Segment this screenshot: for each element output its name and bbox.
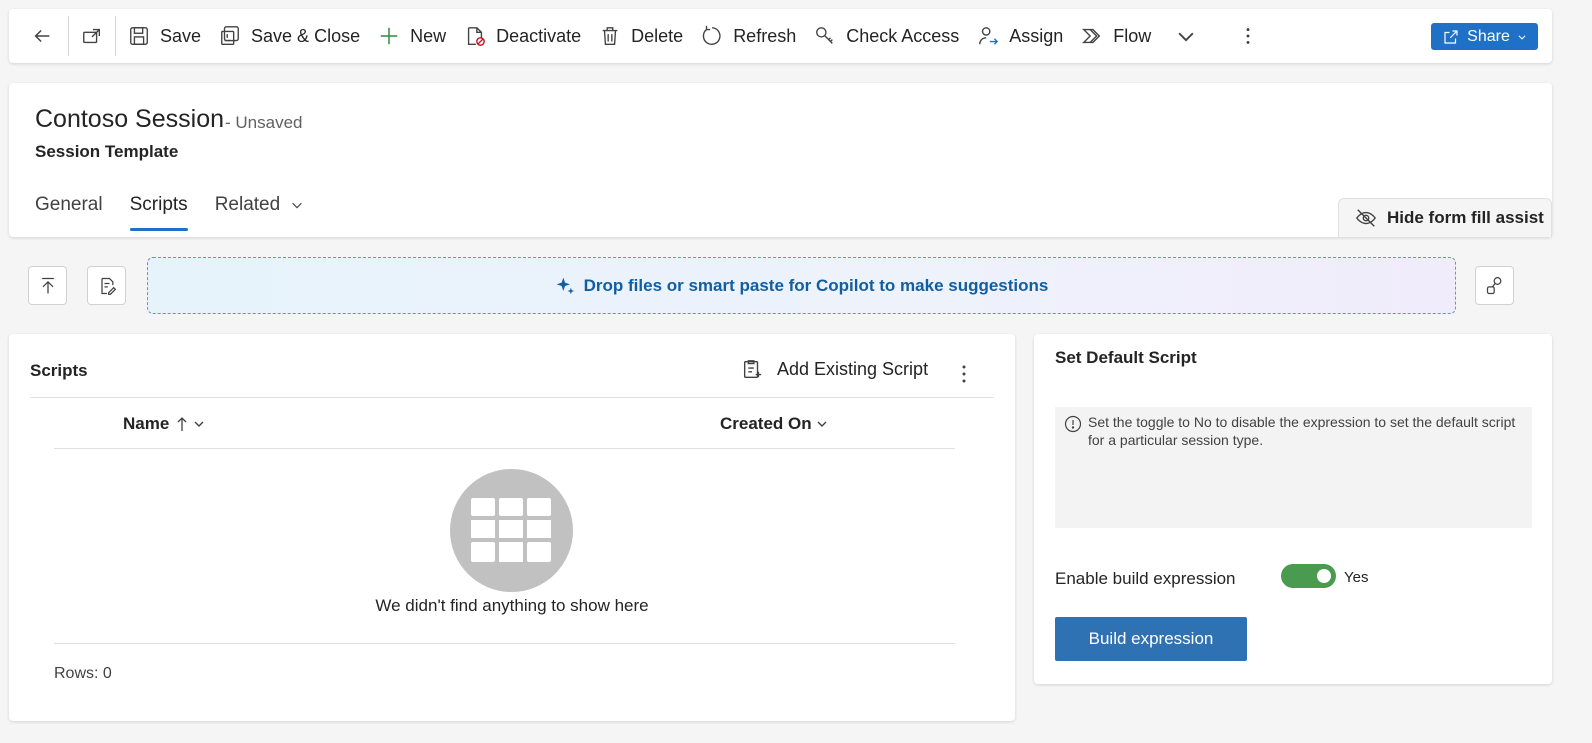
tab-related[interactable]: Related xyxy=(215,187,305,223)
empty-state-text: We didn't find anything to show here xyxy=(375,596,649,615)
default-script-section: Set Default Script Set the toggle to No … xyxy=(1034,334,1552,684)
enable-build-expression-label: Enable build expression xyxy=(1055,569,1236,588)
refresh-icon xyxy=(702,25,721,45)
separator xyxy=(115,16,116,56)
new-label: New xyxy=(410,25,447,46)
save-close-icon xyxy=(221,26,239,45)
command-bar: Save Save & Close New Deactivate Delete … xyxy=(9,9,1552,63)
tab-general[interactable]: General xyxy=(35,187,103,223)
divider xyxy=(54,643,955,644)
hide-form-fill-assist-button[interactable]: Hide form fill assist xyxy=(1338,198,1552,237)
delete-label: Delete xyxy=(631,25,684,46)
chevron-down-icon xyxy=(1178,32,1194,42)
row-count: Rows: 0 xyxy=(54,665,112,682)
info-message: Set the toggle to No to disable the expr… xyxy=(1055,407,1532,528)
empty-state-illustration xyxy=(450,469,573,592)
column-header-name[interactable]: Name xyxy=(123,414,205,434)
key-icon xyxy=(816,27,834,44)
collapse-up-button[interactable] xyxy=(28,266,67,305)
more-vertical-icon xyxy=(1246,28,1250,44)
copilot-drop-label: Drop files or smart paste for Copilot to… xyxy=(583,275,1049,295)
info-message-text: Set the toggle to No to disable the expr… xyxy=(1088,414,1516,448)
open-new-window-button[interactable] xyxy=(72,16,112,56)
chevron-down-icon xyxy=(194,421,204,427)
tab-list: General Scripts Related xyxy=(35,187,331,231)
plus-icon xyxy=(380,27,398,45)
unsaved-status: - Unsaved xyxy=(225,113,303,132)
scripts-subgrid: Scripts Add Existing Script Name Created… xyxy=(9,334,1015,721)
tab-related-label: Related xyxy=(214,194,281,215)
column-header-name-label: Name xyxy=(123,414,170,433)
deactivate-icon xyxy=(468,27,485,46)
more-vertical-icon[interactable] xyxy=(956,363,972,385)
share-button[interactable]: Share xyxy=(1431,23,1538,50)
flow-label: Flow xyxy=(1113,25,1152,46)
save-button[interactable]: Save xyxy=(119,16,210,56)
check-access-label: Check Access xyxy=(846,25,960,46)
chevron-down-icon xyxy=(1518,34,1526,40)
record-header: Contoso Session - Unsaved Session Templa… xyxy=(9,83,1552,237)
document-edit-icon xyxy=(100,277,116,295)
build-expression-button[interactable]: Build expression xyxy=(1055,617,1247,661)
separator xyxy=(68,16,69,56)
new-button[interactable]: New xyxy=(369,16,455,56)
arrow-left-icon xyxy=(34,29,50,43)
chevron-down-icon xyxy=(292,202,302,209)
check-access-button[interactable]: Check Access xyxy=(805,16,968,56)
add-existing-script-button[interactable]: Add Existing Script xyxy=(741,358,928,380)
add-existing-script-label: Add Existing Script xyxy=(777,358,929,379)
toggle-value-text: Yes xyxy=(1344,569,1369,586)
save-and-close-button[interactable]: Save & Close xyxy=(210,16,369,56)
save-and-close-label: Save & Close xyxy=(251,25,361,46)
deactivate-label: Deactivate xyxy=(496,25,582,46)
divider xyxy=(30,397,994,398)
scripts-title: Scripts xyxy=(30,361,88,380)
chevron-down-icon xyxy=(817,421,827,427)
divider xyxy=(54,448,955,449)
delete-button[interactable]: Delete xyxy=(590,16,692,56)
assign-button[interactable]: Assign xyxy=(968,16,1072,56)
clipboard-add-icon xyxy=(743,360,762,378)
flow-icon xyxy=(1082,28,1101,44)
sort-ascending-icon xyxy=(177,417,187,431)
refresh-label: Refresh xyxy=(733,25,797,46)
copilot-drop-zone[interactable]: Drop files or smart paste for Copilot to… xyxy=(147,257,1456,314)
grid-table-icon xyxy=(470,497,551,562)
form-fill-button[interactable] xyxy=(87,266,126,305)
refresh-button[interactable]: Refresh xyxy=(692,16,805,56)
save-label: Save xyxy=(160,25,202,46)
info-icon xyxy=(1064,415,1082,433)
save-icon xyxy=(130,27,148,45)
entity-name: Session Template xyxy=(35,142,179,161)
back-button[interactable] xyxy=(19,16,65,56)
assign-label: Assign xyxy=(1009,25,1064,46)
column-header-created-on-label: Created On xyxy=(720,414,812,433)
tab-general-label: General xyxy=(35,194,103,215)
hide-form-fill-assist-label: Hide form fill assist xyxy=(1387,208,1544,227)
trash-icon xyxy=(602,27,618,45)
copilot-settings-button[interactable] xyxy=(1475,266,1514,305)
eye-off-icon xyxy=(1356,209,1376,227)
default-script-title: Set Default Script xyxy=(1055,348,1197,367)
flow-button[interactable]: Flow xyxy=(1072,16,1216,56)
sparkle-icon xyxy=(556,277,574,294)
open-in-new-window-icon xyxy=(83,28,101,44)
enable-build-expression-toggle[interactable] xyxy=(1281,564,1336,588)
record-title: Contoso Session xyxy=(35,105,225,133)
column-header-created-on[interactable]: Created On xyxy=(720,414,828,434)
link-shapes-icon xyxy=(1486,276,1501,294)
assign-person-icon xyxy=(979,27,999,45)
more-commands-button[interactable] xyxy=(1228,16,1268,56)
deactivate-button[interactable]: Deactivate xyxy=(455,16,590,56)
tab-scripts[interactable]: Scripts xyxy=(129,187,188,231)
share-icon xyxy=(1444,29,1458,44)
tab-scripts-label: Scripts xyxy=(129,194,188,215)
share-label: Share xyxy=(1467,27,1510,45)
arrow-up-to-top-icon xyxy=(41,277,54,293)
